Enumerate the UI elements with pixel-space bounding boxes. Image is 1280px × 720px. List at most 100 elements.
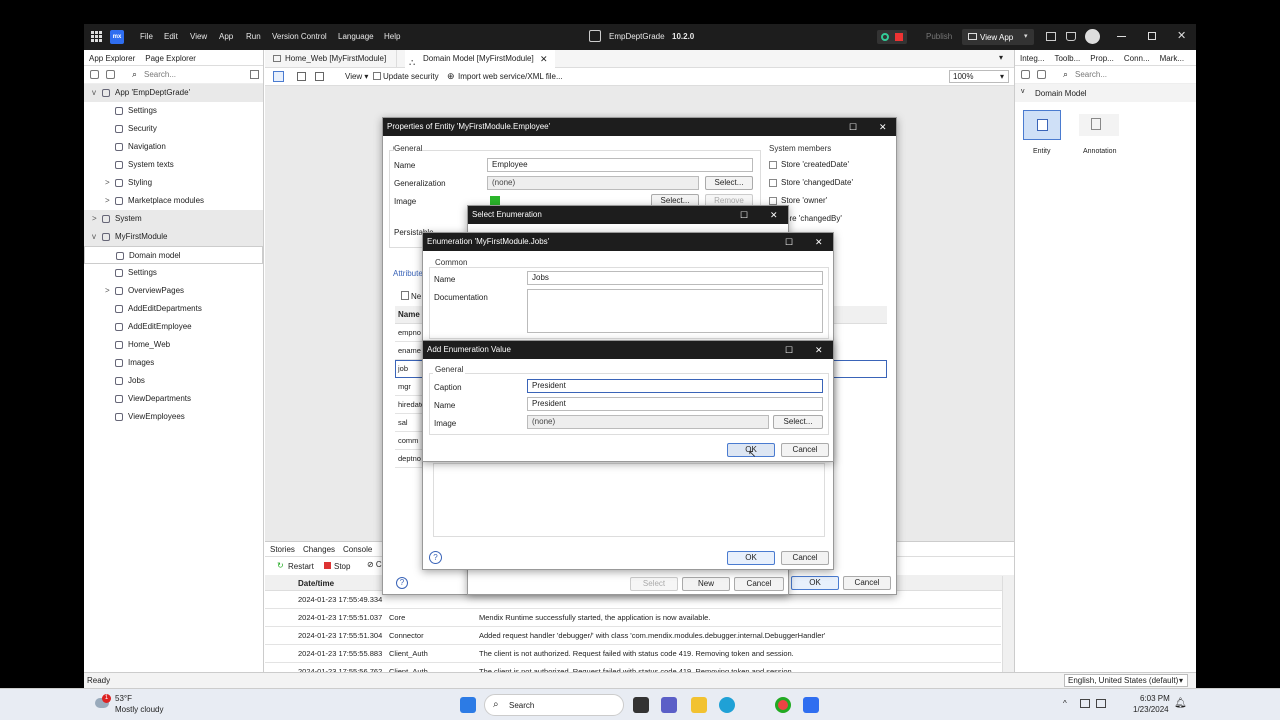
entity-name-field[interactable]: Employee bbox=[487, 158, 753, 172]
collapse-icon[interactable] bbox=[90, 70, 99, 79]
tree-item[interactable]: v App 'EmpDeptGrade' bbox=[84, 84, 263, 102]
chevron-down-icon[interactable]: v bbox=[92, 84, 102, 102]
tree-item[interactable]: ViewDepartments bbox=[84, 390, 263, 408]
avatar[interactable] bbox=[1085, 29, 1100, 44]
chevron-right-icon[interactable]: > bbox=[105, 192, 115, 210]
expand-icon[interactable] bbox=[106, 70, 115, 79]
chevron-down-icon[interactable]: v bbox=[92, 228, 102, 246]
zoom-select[interactable]: 100% ▾ bbox=[949, 70, 1009, 83]
update-security-button[interactable]: Update security bbox=[383, 72, 439, 81]
close-tab-icon[interactable]: ✕ bbox=[540, 50, 548, 68]
entity-tool-icon[interactable] bbox=[297, 72, 306, 81]
tab-domain-model[interactable]: ⛬ Domain Model [MyFirstModule] ✕ bbox=[405, 50, 555, 68]
taskbar-search[interactable]: ⌕ Search bbox=[484, 694, 624, 716]
mendix-taskbar-icon[interactable] bbox=[803, 697, 819, 713]
tab-changes[interactable]: Changes bbox=[303, 545, 335, 554]
domain-model-section[interactable]: v Domain Model bbox=[1015, 84, 1196, 102]
attribute-row[interactable]: comm bbox=[395, 432, 424, 450]
view-menu[interactable]: View ▾ bbox=[345, 72, 368, 81]
maximize-icon[interactable]: ☐ bbox=[785, 341, 793, 359]
tab-home-web[interactable]: Home_Web [MyFirstModule] bbox=[267, 50, 397, 68]
minimize-icon[interactable] bbox=[1117, 36, 1126, 37]
bell-icon[interactable]: 🔔︎ bbox=[1174, 698, 1187, 709]
entity-cancel-button[interactable]: Cancel bbox=[843, 576, 891, 590]
attribute-row[interactable]: mgr bbox=[395, 378, 424, 396]
file-explorer-icon[interactable] bbox=[691, 697, 707, 713]
expand-icon[interactable] bbox=[1037, 70, 1046, 79]
volume-icon[interactable] bbox=[1096, 699, 1106, 708]
value-cancel-button[interactable]: Cancel bbox=[781, 443, 829, 457]
task-view-icon[interactable] bbox=[633, 697, 649, 713]
select-enum-cancel-button[interactable]: Cancel bbox=[734, 577, 784, 591]
tree-item[interactable]: > System bbox=[84, 210, 263, 228]
chrome-icon[interactable] bbox=[775, 697, 791, 713]
attribute-row[interactable]: sal bbox=[395, 414, 424, 432]
close-icon[interactable]: ✕ bbox=[770, 206, 778, 224]
close-icon[interactable]: ✕ bbox=[815, 233, 823, 251]
tree-item[interactable]: > Marketplace modules bbox=[84, 192, 263, 210]
tab-app-explorer[interactable]: App Explorer bbox=[84, 50, 140, 66]
teams-icon[interactable] bbox=[661, 697, 677, 713]
tree-item[interactable]: Security bbox=[84, 120, 263, 138]
attribute-row[interactable]: deptno bbox=[395, 450, 424, 468]
close-icon[interactable]: ✕ bbox=[1177, 29, 1186, 42]
tree-item[interactable]: AddEditEmployee bbox=[84, 318, 263, 336]
marketplace-icon[interactable] bbox=[1066, 32, 1076, 41]
start-icon[interactable] bbox=[460, 697, 476, 713]
clear-icon[interactable]: ⊘ C bbox=[367, 560, 382, 569]
collapse-icon[interactable] bbox=[1021, 70, 1030, 79]
restart-button[interactable]: Restart bbox=[288, 562, 314, 571]
menu-file[interactable]: File bbox=[140, 32, 153, 41]
restore-icon[interactable] bbox=[1148, 32, 1156, 40]
menu-app[interactable]: App bbox=[219, 32, 233, 41]
select-tool-icon[interactable] bbox=[273, 71, 284, 82]
console-row[interactable]: 2024-01-23 17:55:55.883 Client_Auth The cl… bbox=[265, 645, 1001, 663]
enumeration-name-field[interactable]: Jobs bbox=[527, 271, 823, 285]
enum-ok-button[interactable]: OK bbox=[727, 551, 775, 565]
search-input[interactable]: Search... bbox=[1075, 70, 1107, 79]
tree-item[interactable]: Settings bbox=[84, 264, 263, 282]
publish-button[interactable]: Publish bbox=[926, 29, 952, 45]
tab-stories[interactable]: Stories bbox=[270, 545, 295, 554]
generalization-select-button[interactable]: Select... bbox=[705, 176, 753, 190]
run-status-icon[interactable] bbox=[881, 33, 889, 41]
help-icon[interactable]: ? bbox=[429, 551, 442, 564]
tab-connector[interactable]: Conn... bbox=[1119, 50, 1155, 66]
menu-run[interactable]: Run bbox=[246, 32, 261, 41]
tree-item[interactable]: Navigation bbox=[84, 138, 263, 156]
tree-item[interactable]: > Styling bbox=[84, 174, 263, 192]
tree-item[interactable]: ViewEmployees bbox=[84, 408, 263, 426]
tree-item[interactable]: Images bbox=[84, 354, 263, 372]
wifi-icon[interactable] bbox=[1080, 699, 1090, 708]
store-owner-checkbox[interactable]: Store 'owner' bbox=[769, 196, 827, 205]
close-icon[interactable]: ✕ bbox=[815, 341, 823, 359]
maximize-icon[interactable]: ☐ bbox=[849, 118, 857, 136]
maximize-icon[interactable]: ☐ bbox=[785, 233, 793, 251]
tab-page-explorer[interactable]: Page Explorer bbox=[140, 50, 201, 66]
tab-integration[interactable]: Integ... bbox=[1015, 50, 1049, 66]
view-app-button[interactable]: View App ▾ bbox=[962, 29, 1034, 45]
attribute-row[interactable]: hiredate bbox=[395, 396, 425, 414]
console-row[interactable]: 2024-01-23 17:55:51.037 Core Mendix Runtim… bbox=[265, 609, 1001, 627]
entity-tool[interactable] bbox=[1023, 110, 1061, 140]
import-button[interactable]: Import web service/XML file... bbox=[458, 72, 563, 81]
store-createddate-checkbox[interactable]: Store 'createdDate' bbox=[769, 160, 849, 169]
tree-item[interactable]: > OverviewPages bbox=[84, 282, 263, 300]
feedback-icon[interactable] bbox=[1046, 32, 1056, 41]
console-scrollbar[interactable] bbox=[1002, 576, 1014, 673]
annotation-tool-icon[interactable] bbox=[315, 72, 324, 81]
tree-item[interactable]: Jobs bbox=[84, 372, 263, 390]
new-button[interactable]: New bbox=[682, 577, 730, 591]
attribute-row[interactable]: ename bbox=[395, 342, 424, 360]
tree-item[interactable]: v MyFirstModule bbox=[84, 228, 263, 246]
menu-version-control[interactable]: Version Control bbox=[272, 32, 327, 41]
enum-cancel-button[interactable]: Cancel bbox=[781, 551, 829, 565]
store-changedby-checkbox[interactable]: ore 'changedBy' bbox=[785, 214, 842, 223]
chevron-down-icon[interactable]: ▾ bbox=[1024, 32, 1028, 40]
stop-icon[interactable] bbox=[895, 33, 903, 41]
filter-icon[interactable] bbox=[250, 70, 259, 79]
tab-toolbox[interactable]: Toolb... bbox=[1049, 50, 1085, 66]
tab-marketplace[interactable]: Mark... bbox=[1155, 50, 1189, 66]
image-select-button[interactable]: Select... bbox=[773, 415, 823, 429]
chevron-right-icon[interactable]: > bbox=[105, 174, 115, 192]
